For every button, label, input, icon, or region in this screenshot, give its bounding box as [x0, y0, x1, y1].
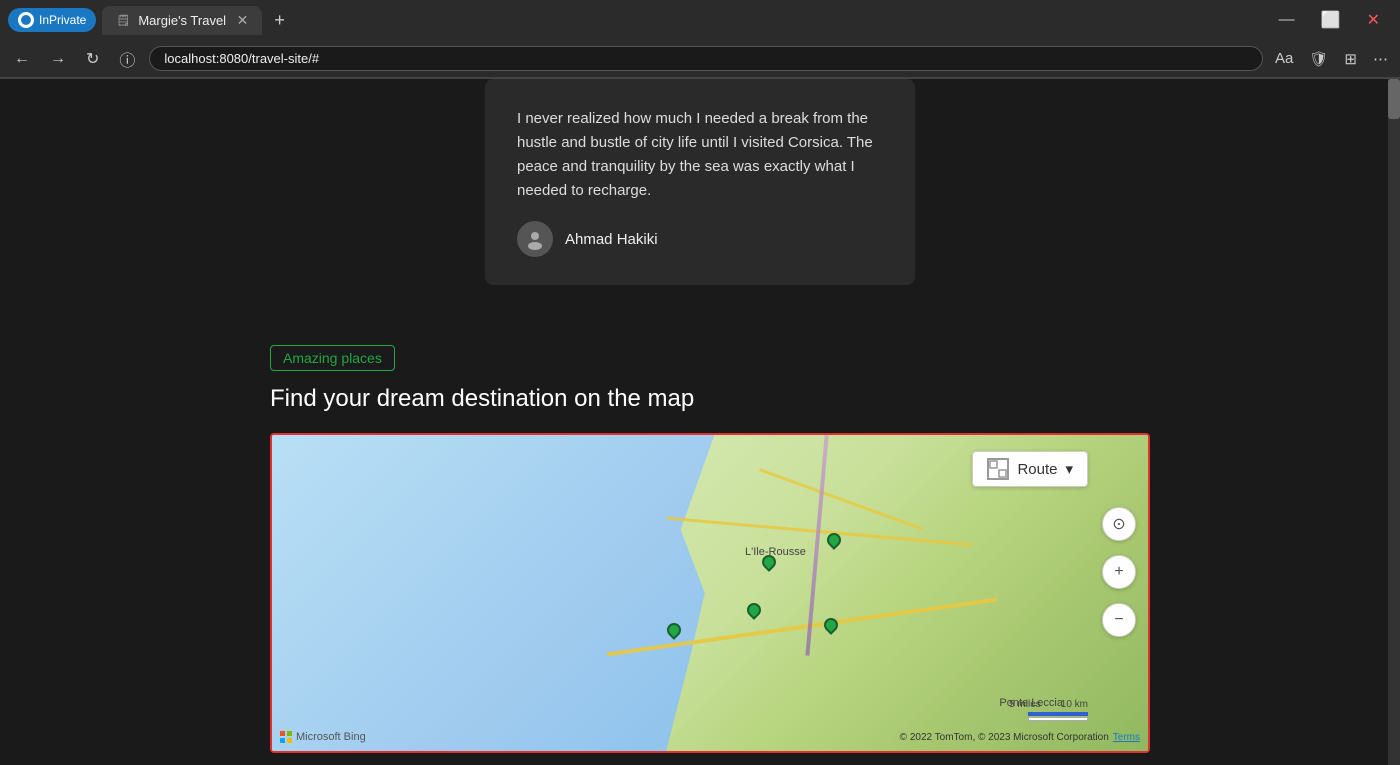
scrollbar[interactable]	[1388, 79, 1400, 765]
zoom-in-button[interactable]: +	[1102, 555, 1136, 589]
toolbar-icon-2[interactable]: 🛡	[1305, 46, 1332, 72]
locate-icon: ⊙	[1112, 514, 1125, 534]
attribution-text: © 2022 TomTom, © 2023 Microsoft Corporat…	[900, 732, 1109, 743]
route-button[interactable]: Route ▾	[972, 451, 1088, 487]
testimonial-quote: I never realized how much I needed a bre…	[517, 107, 883, 203]
main-section: Amazing places Find your dream destinati…	[0, 315, 1400, 753]
active-tab[interactable]: 🗒 Margie's Travel ✕	[102, 6, 262, 35]
testimonial-card: I never realized how much I needed a bre…	[485, 79, 915, 285]
map-marker-1[interactable]	[762, 555, 776, 575]
map-pin-2	[824, 530, 844, 550]
bing-sq-yellow	[287, 738, 292, 743]
locate-button[interactable]: ⊙	[1102, 507, 1136, 541]
bing-sq-blue	[280, 738, 285, 743]
window-controls: — ⬜ ✕	[1267, 6, 1392, 34]
browser-chrome: InPrivate 🗒 Margie's Travel ✕ + — ⬜ ✕ ← …	[0, 0, 1400, 79]
zoom-out-icon: −	[1114, 611, 1123, 629]
map-attribution: © 2022 TomTom, © 2023 Microsoft Corporat…	[900, 732, 1140, 743]
bing-label: Microsoft Bing	[296, 731, 366, 743]
map-pin-4	[664, 620, 684, 640]
map-marker-5[interactable]	[824, 618, 838, 638]
bing-logo: Microsoft Bing	[280, 731, 366, 743]
more-menu-icon[interactable]: ⋯	[1369, 46, 1392, 72]
map-pin-3	[744, 600, 764, 620]
maximize-button[interactable]: ⬜	[1309, 6, 1353, 34]
terms-link[interactable]: Terms	[1113, 732, 1140, 743]
author-name: Ahmad Hakiki	[565, 231, 658, 248]
close-button[interactable]: ✕	[1355, 6, 1392, 34]
scale-bar-blue	[1028, 712, 1088, 716]
scale-bar	[1028, 712, 1088, 721]
toolbar-icons: Aa 🛡 ⊞ ⋯	[1271, 46, 1392, 72]
amazing-places-badge: Amazing places	[270, 345, 395, 371]
scale-bar-white	[1028, 717, 1088, 721]
badge-container: Amazing places	[270, 345, 1130, 385]
scrollbar-thumb[interactable]	[1388, 79, 1400, 119]
map-marker-2[interactable]	[827, 533, 841, 553]
address-bar: ← → ↻ ⓘ Aa 🛡 ⊞ ⋯	[0, 40, 1400, 78]
inprivate-button[interactable]: InPrivate	[8, 8, 96, 32]
tab-label: Margie's Travel	[138, 13, 226, 28]
route-dropdown-icon: ▾	[1065, 460, 1073, 478]
route-label: Route	[1017, 461, 1057, 478]
zoom-out-button[interactable]: −	[1102, 603, 1136, 637]
scale-labels: 5 miles 10 km	[1009, 699, 1088, 710]
close-tab-button[interactable]: ✕	[237, 12, 249, 29]
url-bar[interactable]	[149, 46, 1263, 71]
map-background: L'Ile-Rousse Ponte Leccia	[272, 435, 1148, 751]
bing-sq-green	[287, 731, 292, 736]
tab-bar: 🗒 Margie's Travel ✕ +	[102, 6, 293, 35]
minimize-button[interactable]: —	[1267, 6, 1307, 34]
map-marker-3[interactable]	[747, 603, 761, 623]
map-marker-4[interactable]	[667, 623, 681, 643]
map-pin-5	[821, 615, 841, 635]
map-scale: 5 miles 10 km	[1009, 699, 1088, 721]
page-content: I never realized how much I needed a bre…	[0, 79, 1400, 765]
zoom-in-icon: +	[1114, 563, 1123, 581]
info-icon: ⓘ	[113, 43, 141, 75]
bing-sq-red	[280, 731, 285, 736]
title-bar: InPrivate 🗒 Margie's Travel ✕ + — ⬜ ✕	[0, 0, 1400, 40]
map-pin-1	[759, 552, 779, 572]
testimonial-section: I never realized how much I needed a bre…	[0, 79, 1400, 285]
inprivate-icon	[18, 12, 34, 28]
scale-miles: 5 miles	[1009, 699, 1041, 710]
author-avatar	[517, 221, 553, 257]
bing-squares-icon	[280, 731, 292, 743]
map-container[interactable]: L'Ile-Rousse Ponte Leccia	[270, 433, 1150, 753]
inprivate-label: InPrivate	[39, 13, 86, 27]
route-icon	[987, 458, 1009, 480]
forward-button[interactable]: →	[44, 46, 72, 72]
refresh-button[interactable]: ↻	[80, 45, 105, 73]
section-heading: Find your dream destination on the map	[270, 385, 1130, 413]
new-tab-button[interactable]: +	[266, 6, 293, 35]
toolbar-icon-3[interactable]: ⊞	[1340, 46, 1361, 72]
scale-km: 10 km	[1061, 699, 1088, 710]
back-button[interactable]: ←	[8, 46, 36, 72]
toolbar-icon-1[interactable]: Aa	[1271, 46, 1297, 71]
testimonial-author: Ahmad Hakiki	[517, 221, 883, 257]
tab-page-icon: 🗒	[116, 14, 130, 27]
